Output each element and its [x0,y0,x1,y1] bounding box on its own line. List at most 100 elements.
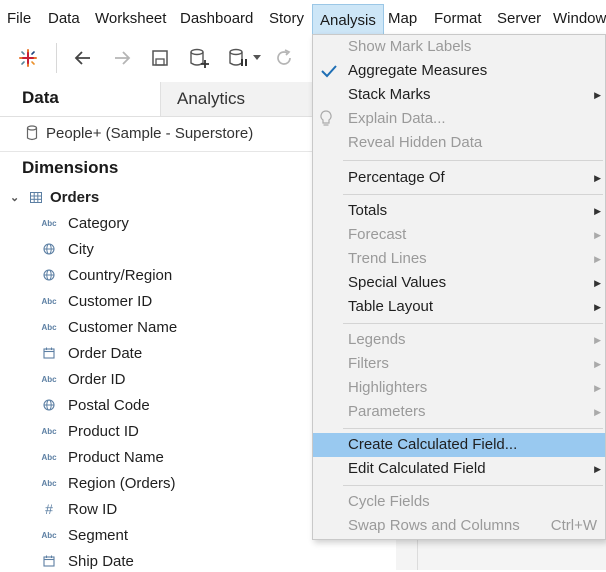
pause-updates-icon[interactable] [226,46,250,70]
data-source[interactable]: People+ (Sample - Superstore) [26,122,253,144]
field-label: Order ID [68,370,126,388]
field-label: Customer Name [68,318,178,336]
menu-item-highlighters[interactable]: Highlighters ▶ [313,376,605,400]
lightbulb-icon [320,110,332,126]
menu-item-reveal-hidden-data[interactable]: Reveal Hidden Data [313,131,605,155]
table-icon [30,191,42,203]
calendar-icon [40,555,58,567]
table-orders[interactable]: ⌄ Orders [10,186,99,208]
submenu-arrow-icon: ▶ [594,335,601,345]
menu-separator [343,194,603,195]
menu-separator [343,485,603,486]
menu-item-table-layout[interactable]: Table Layout ▶ [313,295,605,319]
field-label: Product ID [68,422,139,440]
field-item[interactable]: Abc Segment [40,524,128,546]
tableau-logo-icon[interactable] [16,46,40,70]
menu-bar: File Data Worksheet Dashboard Story Anal… [0,0,606,38]
tab-analytics[interactable]: Analytics [160,82,321,116]
menu-item-swap-rows-and-columns[interactable]: Swap Rows and Columns Ctrl+W [313,514,605,538]
menu-data[interactable]: Data [41,0,87,38]
field-label: Region (Orders) [68,474,176,492]
chevron-down-icon[interactable]: ⌄ [10,191,24,204]
menu-item-cycle-fields[interactable]: Cycle Fields [313,490,605,514]
field-item[interactable]: Ship Date [40,550,134,572]
back-arrow-icon[interactable] [71,46,95,70]
submenu-arrow-icon: ▶ [594,407,601,417]
submenu-arrow-icon: ▶ [594,302,601,312]
menu-window[interactable]: Window [546,0,606,38]
menu-story[interactable]: Story [262,0,311,38]
table-orders-label: Orders [50,188,100,206]
string-type-icon: Abc [41,374,57,384]
number-type-icon: # [45,501,53,517]
field-label: Row ID [68,500,118,518]
submenu-arrow-icon: ▶ [594,90,601,100]
analysis-dropdown-menu: Show Mark Labels Aggregate Measures Stac… [312,34,606,540]
menu-item-parameters[interactable]: Parameters ▶ [313,400,605,424]
menu-item-forecast[interactable]: Forecast ▶ [313,223,605,247]
menu-analysis[interactable]: Analysis [312,4,384,37]
menu-format[interactable]: Format [427,0,489,38]
menu-map[interactable]: Map [381,0,424,38]
toolbar-separator [56,43,57,73]
menu-item-edit-calculated-field[interactable]: Edit Calculated Field ▶ [313,457,605,481]
menu-dashboard[interactable]: Dashboard [173,0,260,38]
field-item[interactable]: Abc Region (Orders) [40,472,176,494]
tab-data[interactable]: Data [0,82,160,116]
field-item[interactable]: Abc Customer ID [40,290,152,312]
field-item[interactable]: Order Date [40,342,142,364]
string-type-icon: Abc [41,296,57,306]
field-label: Customer ID [68,292,153,310]
menu-item-show-mark-labels[interactable]: Show Mark Labels [313,35,605,59]
divider [0,151,320,152]
forward-arrow-icon[interactable] [110,46,134,70]
field-item[interactable]: Abc Order ID [40,368,126,390]
field-label: Order Date [68,344,143,362]
menu-item-filters[interactable]: Filters ▶ [313,352,605,376]
field-item[interactable]: Abc Product ID [40,420,139,442]
submenu-arrow-icon: ▶ [594,464,601,474]
menu-item-legends[interactable]: Legends ▶ [313,328,605,352]
field-item[interactable]: # Row ID [40,498,117,520]
submenu-arrow-icon: ▶ [594,230,601,240]
menu-separator [343,160,603,161]
chevron-down-icon[interactable] [250,46,264,70]
shortcut-label: Ctrl+W [550,517,597,534]
field-item[interactable]: Abc Category [40,212,129,234]
menu-item-trend-lines[interactable]: Trend Lines ▶ [313,247,605,271]
field-label: Segment [68,526,129,544]
menu-item-totals[interactable]: Totals ▶ [313,199,605,223]
menu-item-create-calculated-field[interactable]: Create Calculated Field... [313,433,605,457]
string-type-icon: Abc [41,426,57,436]
new-data-source-icon[interactable] [187,46,211,70]
globe-icon [40,243,58,255]
field-item[interactable]: Abc Product Name [40,446,163,468]
checkmark-icon [321,65,337,78]
field-label: Country/Region [68,266,173,284]
field-label: Category [68,214,129,232]
menu-file[interactable]: File [0,0,38,38]
save-icon[interactable] [148,46,172,70]
menu-item-aggregate-measures[interactable]: Aggregate Measures [313,59,605,83]
string-type-icon: Abc [41,218,57,228]
field-item[interactable]: City [40,238,94,260]
globe-icon [40,399,58,411]
submenu-arrow-icon: ▶ [594,278,601,288]
field-item[interactable]: Abc Customer Name [40,316,177,338]
menu-item-percentage-of[interactable]: Percentage Of ▶ [313,166,605,190]
field-label: Postal Code [68,396,150,414]
menu-server[interactable]: Server [490,0,548,38]
submenu-arrow-icon: ▶ [594,383,601,393]
submenu-arrow-icon: ▶ [594,359,601,369]
string-type-icon: Abc [41,530,57,540]
string-type-icon: Abc [41,322,57,332]
menu-item-stack-marks[interactable]: Stack Marks ▶ [313,83,605,107]
refresh-icon[interactable] [272,46,296,70]
field-item[interactable]: Postal Code [40,394,150,416]
menu-item-special-values[interactable]: Special Values ▶ [313,271,605,295]
submenu-arrow-icon: ▶ [594,173,601,183]
field-item[interactable]: Country/Region [40,264,172,286]
menu-worksheet[interactable]: Worksheet [88,0,173,38]
menu-item-explain-data[interactable]: Explain Data... [313,107,605,131]
tab-data-label: Data [22,88,59,107]
